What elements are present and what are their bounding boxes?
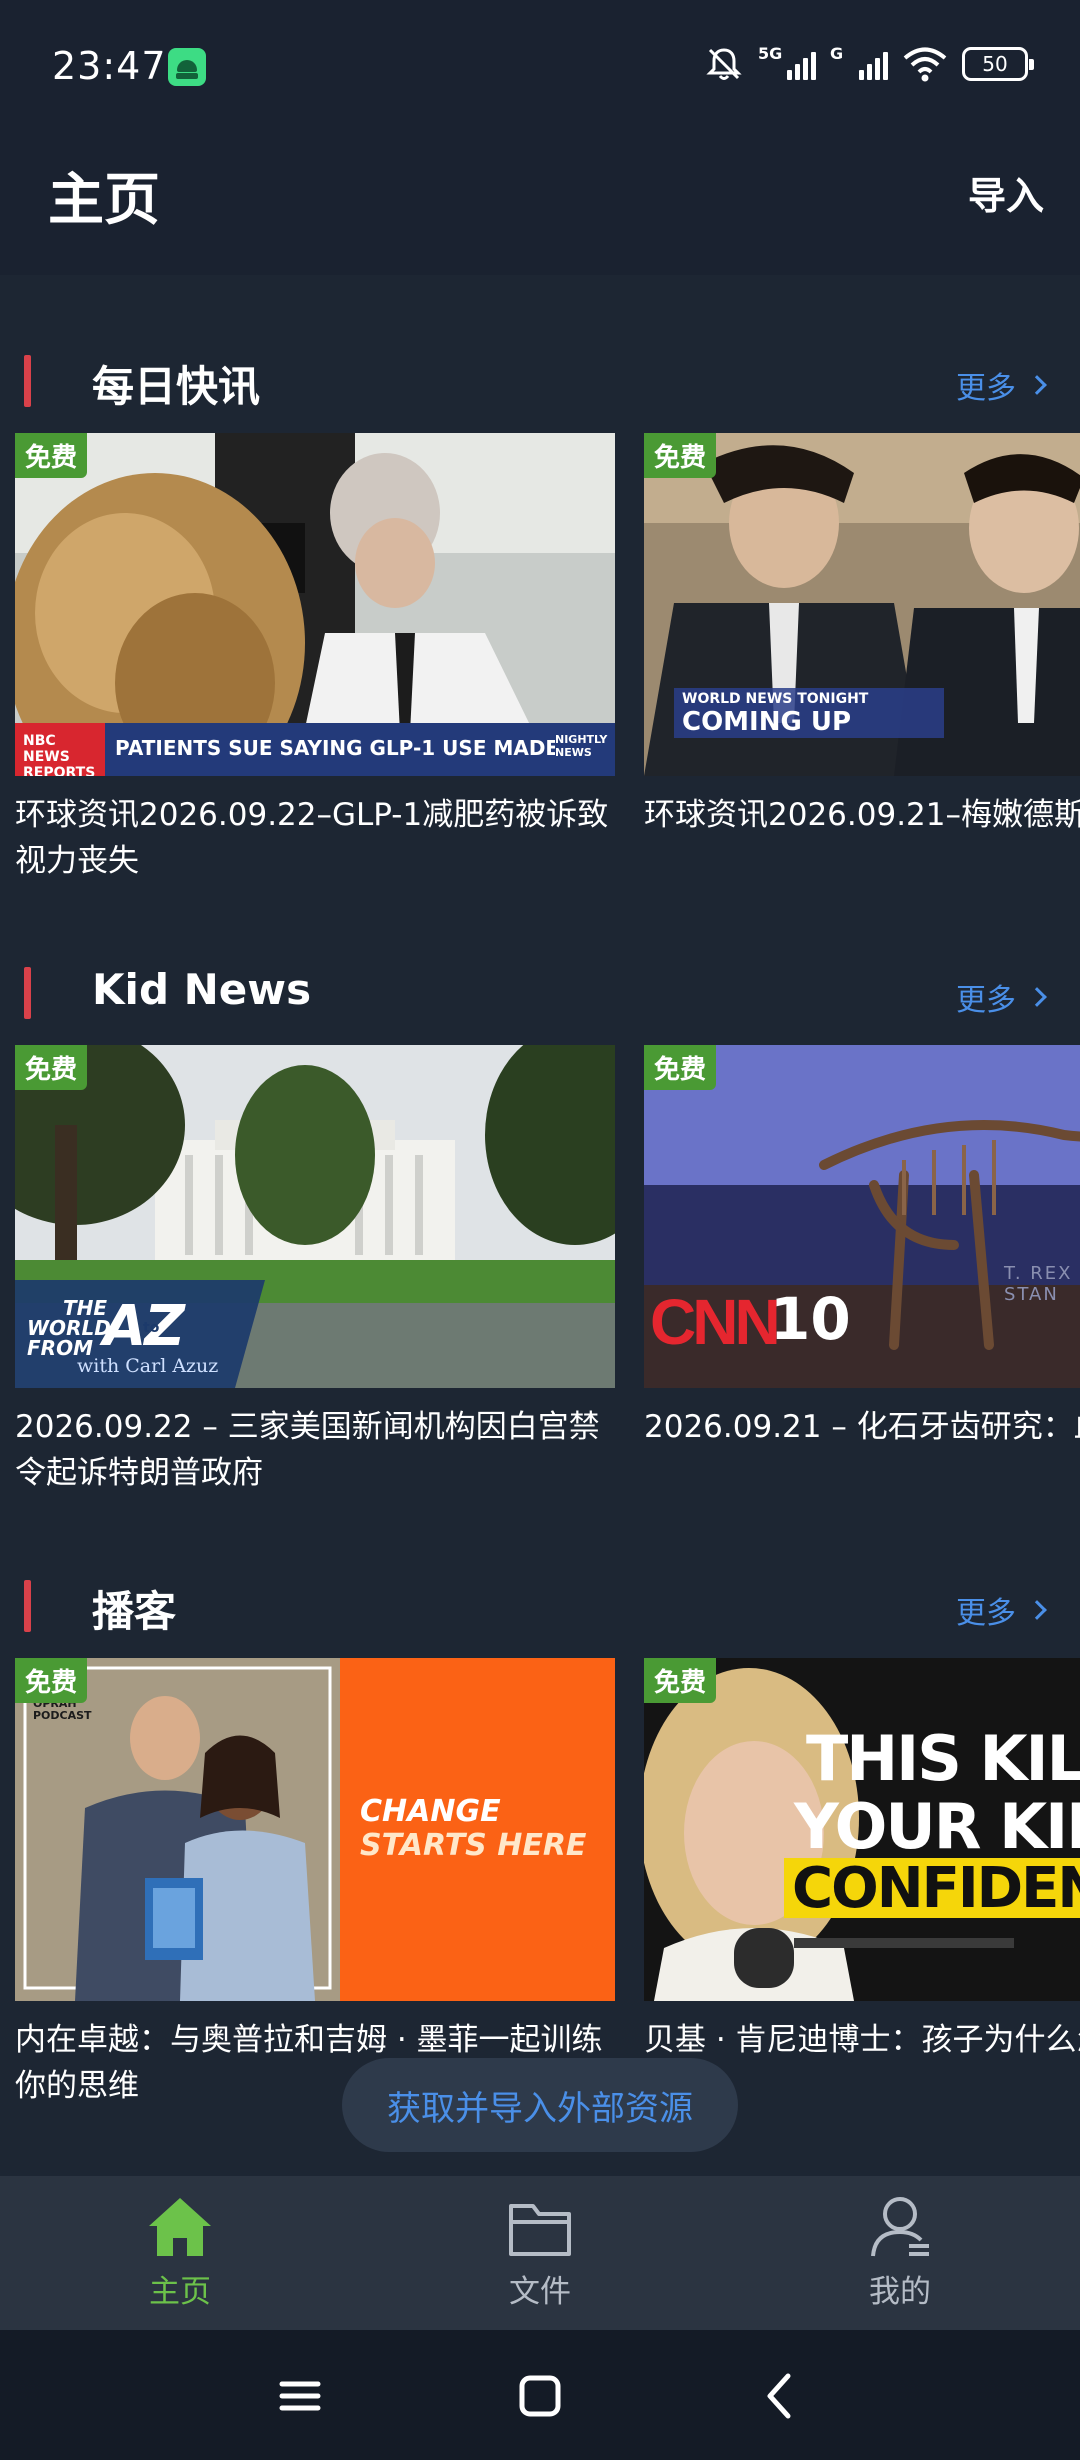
video-card[interactable]: NBC NEWS REPORTS PATIENTS SUE SAYING GLP…	[15, 433, 615, 884]
thumbnail-caption-line: STARTS HERE	[360, 1828, 587, 1863]
video-card[interactable]: THE WORLD FROM AZ to with Carl Azuz 免费 2…	[15, 1045, 615, 1496]
section-header: Kid News 更多	[0, 957, 1080, 1027]
video-card[interactable]: THIS KILLS YOUR KID'S CONFIDENCE 免费 贝基 ·…	[644, 1658, 1080, 2063]
section-marker	[24, 1580, 31, 1632]
free-badge: 免费	[15, 433, 88, 478]
battery-icon: 50	[962, 47, 1034, 81]
thumbnail-caption-line: THIS KILLS	[806, 1722, 1080, 1795]
video-thumbnail: THE WORLD FROM AZ to with Carl Azuz 免费	[15, 1045, 615, 1388]
menu-icon[interactable]	[270, 2366, 330, 2426]
network-type-5g: 5G	[758, 44, 783, 63]
section-title: 播客	[92, 1587, 177, 1636]
signal-g-icon: G	[830, 44, 888, 84]
network-type-g: G	[830, 44, 844, 63]
free-badge: 免费	[15, 1658, 88, 1703]
more-link[interactable]: 更多	[956, 975, 1047, 1019]
more-label: 更多	[956, 371, 1016, 406]
thumbnail-cnn-ten: 10	[770, 1285, 851, 1353]
app-header: 主页 导入	[0, 135, 1080, 275]
video-title: 贝基 · 肯尼迪博士：孩子为什么怎么破？	[644, 2022, 1080, 2058]
chevron-right-icon	[1027, 987, 1047, 1007]
video-thumbnail: THIS KILLS YOUR KID'S CONFIDENCE 免费	[644, 1658, 1080, 2001]
nav-item-profile[interactable]: 我的	[800, 2194, 1000, 2311]
free-badge: 免费	[15, 1045, 88, 1090]
video-thumbnail: NBC NEWS REPORTS PATIENTS SUE SAYING GLP…	[15, 433, 615, 776]
home-square-icon[interactable]	[510, 2366, 570, 2426]
mute-bell-icon	[706, 48, 742, 80]
nav-item-home[interactable]: 主页	[80, 2194, 280, 2311]
thumbnail-caption-line: WORLD	[27, 1316, 111, 1340]
video-title: 环球资讯2026.09.22–GLP-1减肥药被诉致视力丧失	[15, 797, 609, 879]
thumbnail-corner-logo: NIGHTLY NEWS	[555, 733, 608, 759]
home-icon	[147, 2194, 213, 2260]
chevron-right-icon	[1027, 375, 1047, 395]
section-title: Kid News	[92, 965, 312, 1014]
thumbnail-cnn-logo: CNN	[650, 1286, 781, 1358]
more-link[interactable]: 更多	[956, 1588, 1047, 1632]
nav-label: 主页	[149, 2274, 211, 2310]
wifi-icon	[903, 47, 947, 82]
home-screen: 23:47 5G G 50 主页 导入 每日快讯 更多 NBC NEWS REP…	[0, 0, 1080, 2460]
video-card[interactable]: OPRAH PODCAST CHANGE STARTS HERE 免费 内在卓越…	[15, 1658, 615, 2109]
folder-icon	[507, 2194, 573, 2260]
thumbnail-host-credit: with Carl Azuz	[77, 1355, 219, 1377]
more-label: 更多	[956, 1596, 1016, 1631]
thumbnail-caption: PATIENTS SUE SAYING GLP-1 USE MADE THEM …	[115, 736, 555, 760]
section-marker	[24, 967, 31, 1019]
page-title: 主页	[48, 168, 160, 233]
more-link[interactable]: 更多	[956, 363, 1047, 407]
status-time: 23:47	[52, 44, 167, 88]
signal-5g-icon: 5G	[758, 44, 816, 84]
video-title: 2026.09.21 – 化石牙齿研究：血动物	[644, 1409, 1080, 1445]
thumbnail-caption-line: YOUR KID'S	[794, 1790, 1080, 1863]
video-card[interactable]: CNN 10 T. REX STAN 免费 2026.09.21 – 化石牙齿研…	[644, 1045, 1080, 1450]
thumbnail-caption: COMING UP	[682, 707, 852, 737]
thumbnail-brand-label: NBC NEWS REPORTS	[23, 733, 96, 776]
android-notification-icon	[168, 48, 206, 86]
status-icons: 5G G 50	[704, 44, 1034, 84]
free-badge: 免费	[644, 433, 717, 478]
thumbnail-az-to: to	[143, 1320, 160, 1336]
bottom-nav: 主页 文件 我的	[0, 2176, 1080, 2330]
thumbnail-caption-line: THE	[63, 1296, 108, 1320]
video-title: 环球资讯2026.09.21–梅嫩德斯假释听证	[644, 797, 1080, 833]
nav-label: 我的	[869, 2274, 931, 2310]
back-icon[interactable]	[750, 2366, 810, 2426]
section-marker	[24, 355, 31, 407]
free-badge: 免费	[644, 1658, 717, 1703]
thumbnail-eye-exam-image	[15, 433, 615, 776]
import-button[interactable]: 导入	[968, 165, 1044, 220]
thumbnail-exhibit-sign: T. REX STAN	[1004, 1263, 1073, 1305]
video-thumbnail: WORLD NEWS TONIGHT COMING UP 免费	[644, 433, 1080, 776]
import-toast[interactable]: 获取并导入外部资源	[342, 2058, 738, 2152]
nav-item-files[interactable]: 文件	[440, 2194, 640, 2311]
system-nav-bar	[0, 2330, 1080, 2460]
free-badge: 免费	[644, 1045, 717, 1090]
thumbnail-brand-label: WORLD NEWS TONIGHT	[682, 691, 869, 707]
section-header: 每日快讯 更多	[0, 345, 1080, 415]
video-thumbnail: OPRAH PODCAST CHANGE STARTS HERE 免费	[15, 1658, 615, 2001]
section-title: 每日快讯	[92, 362, 261, 411]
video-title: 2026.09.22 – 三家美国新闻机构因白宫禁令起诉特朗普政府	[15, 1409, 600, 1491]
section-header: 播客 更多	[0, 1570, 1080, 1640]
more-label: 更多	[956, 983, 1016, 1018]
thumbnail-caption-line: CONFIDENCE	[792, 1856, 1080, 1921]
thumbnail-caption-line: CHANGE	[360, 1794, 501, 1829]
chevron-right-icon	[1027, 1600, 1047, 1620]
nav-label: 文件	[509, 2274, 571, 2310]
video-thumbnail: CNN 10 T. REX STAN 免费	[644, 1045, 1080, 1388]
status-bar: 23:47 5G G 50	[0, 0, 1080, 135]
video-card[interactable]: WORLD NEWS TONIGHT COMING UP 免费 环球资讯2026…	[644, 433, 1080, 838]
profile-icon	[867, 2194, 933, 2260]
